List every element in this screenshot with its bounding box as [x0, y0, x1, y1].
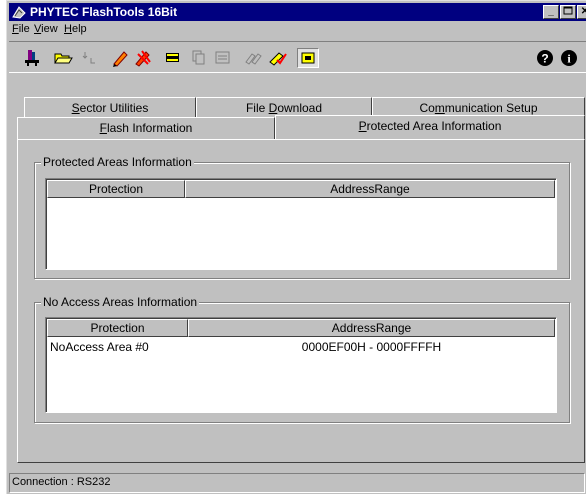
maximize-icon: [563, 6, 573, 15]
minimize-button[interactable]: _: [543, 5, 559, 19]
chip-button[interactable]: [162, 48, 184, 68]
program-button[interactable]: [110, 48, 132, 68]
tab-sector-utilities[interactable]: Sector Utilities: [24, 97, 196, 119]
copy-button[interactable]: [187, 48, 209, 68]
app-icon: [12, 6, 26, 19]
column-header-address-range[interactable]: AddressRange: [185, 180, 555, 198]
column-header-address-range[interactable]: AddressRange: [188, 319, 555, 337]
window-title: PHYTEC FlashTools 16Bit: [30, 5, 178, 19]
status-bar: Connection : RS232: [9, 473, 585, 493]
app-window: PHYTEC FlashTools 16Bit _ ✕ File View He…: [6, 0, 586, 494]
title-bar[interactable]: PHYTEC FlashTools 16Bit _ ✕: [9, 3, 586, 21]
tab-flash-information[interactable]: Flash Information: [17, 117, 275, 139]
list-icon: [215, 51, 230, 64]
settings-icon: [301, 52, 315, 64]
close-icon: ✕: [580, 6, 586, 17]
tab-panel: Protected Areas Information Protection A…: [17, 139, 585, 463]
no-access-areas-list[interactable]: Protection AddressRange NoAccess Area #0…: [45, 317, 557, 413]
menu-help[interactable]: Help: [64, 23, 87, 35]
open-file-icon: [54, 53, 73, 64]
pencil-icon: [113, 51, 128, 67]
download-button[interactable]: [79, 48, 101, 68]
protection-cell: NoAccess Area #0: [50, 340, 149, 354]
download-icon: [82, 52, 95, 64]
connect-button[interactable]: [22, 48, 44, 68]
erase-button[interactable]: [132, 48, 154, 68]
no-access-areas-title: No Access Areas Information: [41, 295, 200, 309]
toolbar: ? i: [9, 41, 586, 73]
menu-file[interactable]: File: [12, 23, 30, 35]
list-button[interactable]: [212, 48, 234, 68]
check-icon: [269, 52, 287, 66]
info-button[interactable]: i: [558, 48, 580, 68]
link-icon: [245, 53, 262, 65]
menu-view[interactable]: View: [34, 23, 58, 35]
connect-icon: [25, 50, 39, 66]
link-button[interactable]: [242, 48, 264, 68]
connection-status: Connection : RS232: [12, 476, 111, 488]
no-access-areas-group: No Access Areas Information Protection A…: [34, 295, 570, 423]
close-button[interactable]: ✕: [577, 5, 586, 19]
open-file-button[interactable]: [53, 48, 75, 68]
copy-icon: [192, 50, 205, 65]
info-icon: i: [561, 50, 577, 66]
column-header-protection[interactable]: Protection: [47, 180, 185, 198]
column-header-protection[interactable]: Protection: [47, 319, 188, 337]
chip-icon: [166, 53, 179, 62]
help-icon: ?: [537, 50, 553, 66]
settings-button[interactable]: [297, 48, 319, 68]
tab-protected-area-information[interactable]: Protected Area Information: [275, 115, 585, 139]
address-range-cell: 0000EF00H - 0000FFFFH: [301, 340, 442, 354]
menu-bar: File View Help: [9, 21, 586, 39]
protected-areas-title: Protected Areas Information: [41, 155, 194, 169]
minimize-icon: _: [548, 6, 554, 17]
help-button[interactable]: ?: [534, 48, 556, 68]
verify-button[interactable]: [267, 48, 289, 68]
protected-areas-list[interactable]: Protection AddressRange: [45, 178, 557, 270]
protected-areas-group: Protected Areas Information Protection A…: [34, 155, 570, 279]
svg-text:?: ?: [541, 52, 548, 66]
erase-icon: [135, 50, 151, 67]
maximize-button[interactable]: [560, 5, 576, 19]
